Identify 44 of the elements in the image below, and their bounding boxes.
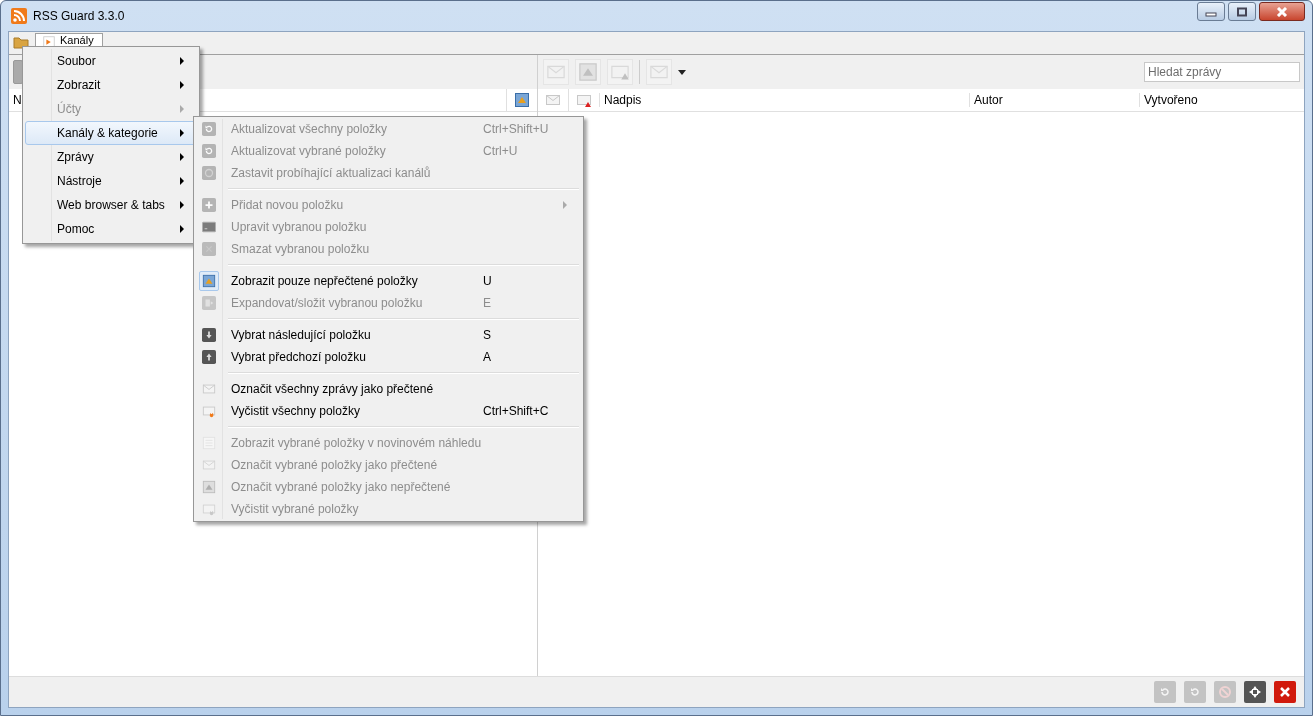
minimize-button[interactable] bbox=[1197, 2, 1225, 21]
close-icon bbox=[1274, 6, 1290, 17]
submenu-arrow-icon bbox=[180, 201, 184, 209]
shortcut-text: E bbox=[483, 296, 492, 310]
menu-item[interactable]: Vybrat předchozí položku A bbox=[196, 346, 581, 368]
submenu-arrow-icon bbox=[180, 153, 184, 161]
shortcut-text: Ctrl+Shift+C bbox=[483, 404, 550, 418]
folder-icon bbox=[13, 34, 29, 50]
stop-icon bbox=[1217, 684, 1233, 700]
rss-icon bbox=[11, 8, 27, 24]
shortcut-text: A bbox=[483, 350, 492, 364]
status-button[interactable] bbox=[1274, 681, 1296, 703]
menu-item[interactable]: Vybrat následující položku S bbox=[196, 324, 581, 346]
menu-item[interactable]: Vyčistit všechny položky Ctrl+Shift+C bbox=[196, 400, 581, 422]
shortcut-text: S bbox=[483, 328, 492, 342]
column-header[interactable]: Autor bbox=[969, 93, 1139, 107]
menu-item[interactable]: Web browser & tabs bbox=[25, 193, 197, 217]
menu-item[interactable]: Zprávy bbox=[25, 145, 197, 169]
shortcut-text: Ctrl+U bbox=[483, 144, 519, 158]
menu-item[interactable]: Pomoc bbox=[25, 217, 197, 241]
caret-icon bbox=[678, 69, 686, 75]
window-title: RSS Guard 3.3.0 bbox=[33, 9, 125, 23]
menu-item[interactable]: Zobrazit pouze nepřečtené položky U bbox=[196, 270, 581, 292]
shortcut-text: U bbox=[483, 274, 493, 288]
submenu-arrow-icon bbox=[180, 225, 184, 233]
menu-item[interactable]: Zobrazit bbox=[25, 73, 197, 97]
search-field[interactable]: Hledat zprávy bbox=[1144, 62, 1300, 82]
submenu-arrow-icon bbox=[180, 105, 184, 113]
close-button[interactable] bbox=[1259, 2, 1305, 21]
submenu-arrow-icon bbox=[180, 81, 184, 89]
submenu-arrow-icon bbox=[180, 57, 184, 65]
menu-item[interactable]: Označit všechny zprávy jako přečtené bbox=[196, 378, 581, 400]
column-header[interactable]: Nadpis bbox=[599, 93, 969, 107]
status-button[interactable] bbox=[1244, 681, 1266, 703]
maximize-icon bbox=[1234, 6, 1250, 17]
menu-item[interactable]: Nástroje bbox=[25, 169, 197, 193]
envelope-warning-icon bbox=[576, 92, 592, 108]
shortcut-text: Ctrl+Shift+U bbox=[483, 122, 550, 136]
submenu-arrow-icon bbox=[180, 129, 184, 137]
move-icon bbox=[1247, 684, 1263, 700]
maximize-button[interactable] bbox=[1228, 2, 1256, 21]
submenu-arrow-icon bbox=[180, 177, 184, 185]
envelope-icon bbox=[545, 92, 561, 108]
column-header[interactable]: Vytvořeno bbox=[1139, 93, 1304, 107]
